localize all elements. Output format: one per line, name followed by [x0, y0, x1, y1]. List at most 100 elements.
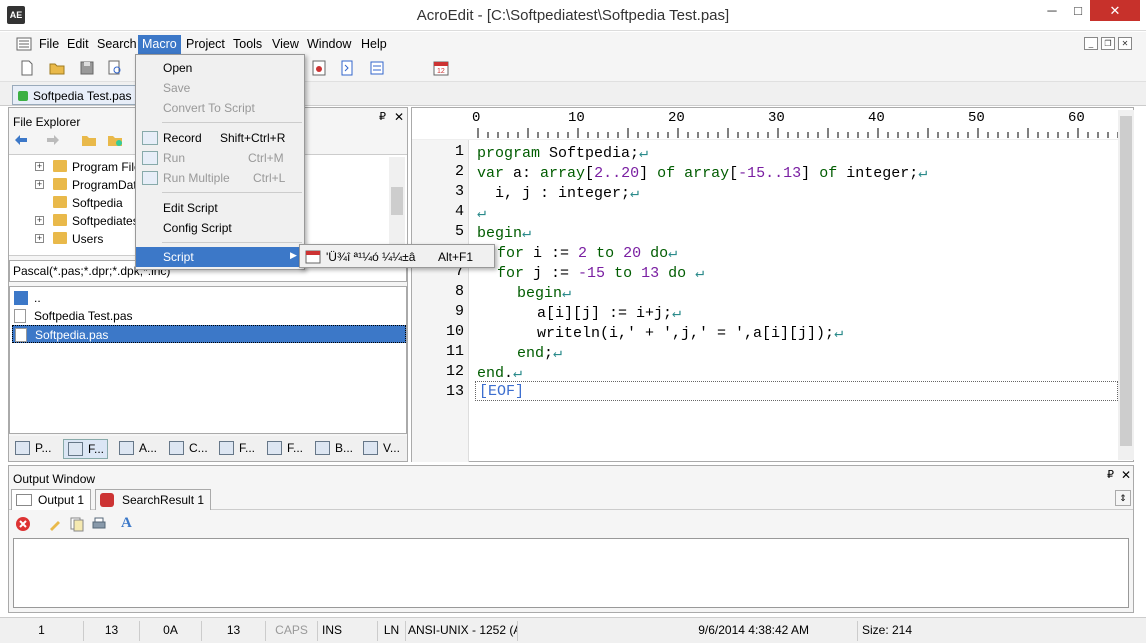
ftp-icon	[267, 441, 282, 455]
menu-file[interactable]: File	[35, 35, 63, 54]
macro-save-item[interactable]: Save	[136, 78, 304, 98]
code-line: a[i][j] := i+j;↵	[537, 305, 682, 322]
file-tab[interactable]: Softpedia Test.pas	[12, 85, 139, 105]
panel-close-icon[interactable]: ✕	[1121, 468, 1131, 482]
save-icon[interactable]	[78, 59, 96, 77]
tree-item-label: Softpediatest	[72, 214, 143, 228]
new-file-icon[interactable]	[18, 59, 36, 77]
menu-search[interactable]: Search	[93, 35, 141, 54]
clear-output-icon[interactable]	[15, 516, 31, 532]
modified-indicator-icon	[18, 91, 28, 101]
expand-icon[interactable]: +	[35, 234, 44, 243]
macro-run-multiple-item[interactable]: Run Multiple Ctrl+L	[136, 168, 304, 188]
pin-icon[interactable]: ₽	[379, 110, 386, 123]
panel-tab[interactable]: A...	[115, 439, 160, 459]
run-icon	[142, 151, 158, 165]
maximize-button[interactable]: □	[1064, 0, 1092, 21]
back-arrow-icon[interactable]	[13, 133, 29, 147]
macro-run-item[interactable]: Run Ctrl+M	[136, 148, 304, 168]
macro-record-icon[interactable]	[310, 59, 328, 77]
code-line: begin↵	[477, 225, 532, 242]
forward-arrow-icon[interactable]	[45, 133, 61, 147]
menu-view[interactable]: View	[268, 35, 303, 54]
tree-scrollbar[interactable]	[389, 157, 405, 253]
copy-icon[interactable]	[69, 516, 85, 532]
print-icon[interactable]	[91, 516, 107, 532]
current-line-highlight	[475, 381, 1118, 401]
new-folder-icon[interactable]	[107, 133, 123, 147]
code-line: ↵	[477, 205, 487, 222]
menu-tools[interactable]: Tools	[229, 35, 266, 54]
print-preview-icon[interactable]	[106, 59, 124, 77]
panel-tab[interactable]: F...	[263, 439, 306, 459]
panel-tab[interactable]: C...	[165, 439, 211, 459]
menu-window[interactable]: Window	[303, 35, 355, 54]
scroll-thumb[interactable]	[1120, 116, 1132, 446]
panel-tab-active[interactable]: F...	[63, 439, 109, 459]
explorer-bottom-tabs: P... F... A... C... F... F... B... V...	[9, 436, 407, 461]
status-encoding[interactable]: ANSI-UNIX - 1252 (A	[406, 621, 518, 641]
macro-convert-item[interactable]: Convert To Script	[136, 98, 304, 118]
close-button[interactable]: ✕	[1090, 0, 1140, 21]
expand-icon[interactable]: +	[35, 180, 44, 189]
ruler-label: 10	[568, 110, 585, 126]
file-icon	[14, 309, 26, 323]
status-bar: 1 13 0A 13 CAPS INS LN ANSI-UNIX - 1252 …	[0, 617, 1146, 643]
macro-edit-script-item[interactable]: Edit Script	[136, 198, 304, 218]
status-char: 13	[202, 621, 266, 641]
tab-search-result[interactable]: SearchResult 1	[95, 489, 212, 510]
file-explorer-title: File Explorer	[13, 115, 81, 129]
line-number: 8	[454, 283, 464, 300]
panel-tab[interactable]: B...	[311, 439, 356, 459]
list-item[interactable]: ..	[12, 289, 406, 307]
submenu-arrow-icon: ▶	[290, 250, 297, 260]
panel-close-icon[interactable]: ✕	[394, 110, 404, 124]
panel-tab[interactable]: F...	[215, 439, 258, 459]
menu-help[interactable]: Help	[357, 35, 391, 54]
pin-icon[interactable]: ₽	[1107, 468, 1114, 481]
output-text-area[interactable]	[13, 538, 1129, 608]
line-number: 5	[454, 223, 464, 240]
ruler-label: 60	[1068, 110, 1085, 126]
bookmark-icon[interactable]	[338, 59, 356, 77]
document-menu-icon[interactable]	[16, 37, 32, 51]
macro-open-item[interactable]: Open	[136, 58, 304, 78]
folder-up-icon[interactable]	[81, 133, 97, 147]
font-icon[interactable]: A	[121, 515, 137, 531]
file-name: Softpedia Test.pas	[34, 309, 133, 323]
code-editor[interactable]: 0 10 20 30 40 50 60 1 2 3 4 5 6 7 8 9 10…	[411, 107, 1134, 462]
clipboard-icon	[363, 441, 378, 455]
highlight-icon[interactable]	[47, 516, 63, 532]
list-item[interactable]: Softpedia Test.pas	[12, 307, 406, 325]
tab-output-1[interactable]: Output 1	[11, 489, 92, 510]
editor-scrollbar[interactable]	[1118, 110, 1134, 460]
menu-macro[interactable]: Macro	[138, 35, 181, 54]
mdi-restore-icon[interactable]: ❐	[1101, 37, 1115, 50]
open-folder-icon[interactable]	[48, 59, 66, 77]
panel-tab[interactable]: V...	[359, 439, 403, 459]
macro-script-item[interactable]: Script ▶	[136, 247, 304, 267]
expand-icon[interactable]: +	[35, 162, 44, 171]
code-line: var a: array[2..20] of array[-15..13] of…	[477, 165, 928, 182]
list-item-selected[interactable]: Softpedia.pas	[12, 325, 406, 343]
macro-record-item[interactable]: Record Shift+Ctrl+R	[136, 128, 304, 148]
menu-edit[interactable]: Edit	[63, 35, 93, 54]
calendar-icon[interactable]: 12	[432, 59, 450, 77]
mdi-minimize-icon[interactable]: _	[1084, 37, 1098, 50]
file-tab-label: Softpedia Test.pas	[33, 89, 132, 103]
file-name: ..	[34, 291, 41, 305]
panel-tab[interactable]: P...	[11, 439, 54, 459]
script-submenu-item[interactable]: 'Ü¾î ª¹¼ó ¼¼±â Alt+F1	[302, 247, 492, 267]
code-line: end;↵	[517, 345, 563, 362]
list-view-icon[interactable]	[368, 59, 386, 77]
expand-icon[interactable]: +	[35, 216, 44, 225]
minimize-button[interactable]: ─	[1038, 0, 1066, 21]
macro-config-script-item[interactable]: Config Script	[136, 218, 304, 238]
menu-project[interactable]: Project	[182, 35, 229, 54]
ruler-label: 40	[868, 110, 885, 126]
tree-item-label: Softpedia	[72, 196, 123, 210]
mdi-close-icon[interactable]: ✕	[1118, 37, 1132, 50]
line-number: 4	[454, 203, 464, 220]
menu-bar: File Edit Search Macro Project Tools Vie…	[0, 32, 1146, 56]
tab-scroll-icon[interactable]: ⇕	[1115, 490, 1131, 506]
